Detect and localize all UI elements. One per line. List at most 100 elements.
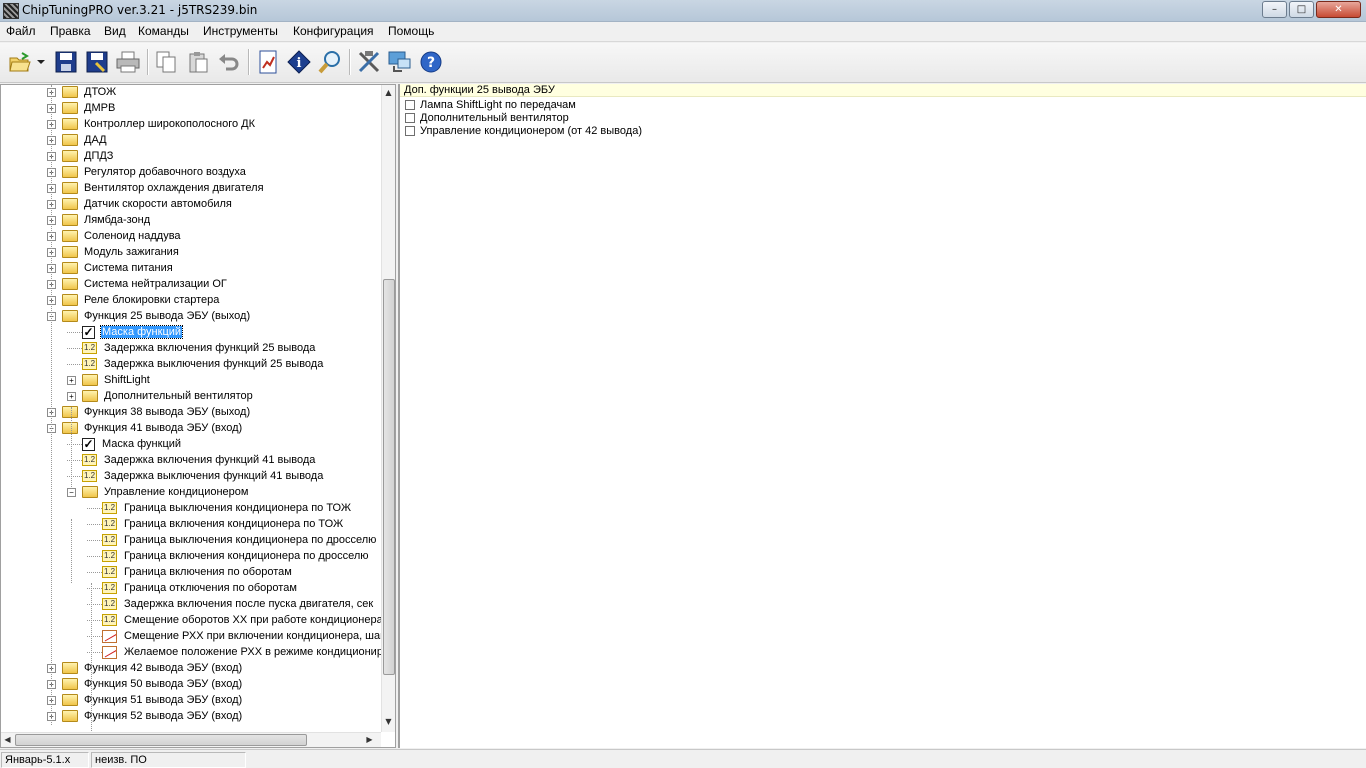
menu-file[interactable]: Файл — [6, 24, 36, 38]
menu-help[interactable]: Помощь — [388, 24, 434, 38]
tree-item[interactable]: + Регулятор добавочного воздуха — [47, 164, 247, 180]
tree-item[interactable]: 1.2 Граница включения кондиционера по ТОЖ — [87, 516, 344, 532]
menu-commands[interactable]: Команды — [138, 24, 189, 38]
info-icon[interactable]: i — [285, 48, 313, 76]
tree-item[interactable]: + Лямбда-зонд — [47, 212, 151, 228]
tree-item[interactable]: + ShiftLight — [67, 372, 151, 388]
tree-item[interactable]: − Функция 41 вывода ЭБУ (вход) — [47, 420, 243, 436]
tree-item[interactable]: + ДМРВ — [47, 100, 116, 116]
compare-icon[interactable] — [254, 48, 282, 76]
tree-item[interactable]: + Функция 51 вывода ЭБУ (вход) — [47, 692, 243, 708]
tree-item[interactable]: + Система питания — [47, 260, 174, 276]
menu-tools[interactable]: Инструменты — [203, 24, 278, 38]
option-checkbox[interactable] — [405, 125, 415, 136]
vertical-scroll-thumb[interactable] — [383, 279, 395, 675]
tree-item[interactable]: 1.2 Граница включения кондиционера по дро… — [87, 548, 370, 564]
tree-item[interactable]: 1.2 Граница включения по оборотам — [87, 564, 293, 580]
tree-item[interactable]: 1.2 Граница отключения по оборотам — [87, 580, 298, 596]
expand-icon[interactable]: + — [67, 375, 76, 385]
tree-item[interactable]: + Функция 38 вывода ЭБУ (выход) — [47, 404, 251, 420]
copy-icon[interactable] — [152, 48, 180, 76]
tree-connector — [87, 539, 102, 541]
help-icon[interactable]: ? — [417, 48, 445, 76]
tree-item-label: Маска функций — [99, 325, 184, 339]
tree-connector — [87, 555, 102, 557]
menu-edit[interactable]: Правка — [50, 24, 91, 38]
option-checkbox[interactable] — [405, 112, 415, 123]
maximize-button[interactable]: □ — [1289, 1, 1314, 18]
menu-configuration[interactable]: Конфигурация — [293, 24, 374, 38]
tree-item[interactable]: Желаемое положение РХХ в режиме кондицио… — [87, 644, 395, 660]
tree-item[interactable]: − Функция 25 вывода ЭБУ (выход) — [47, 308, 251, 324]
scroll-right-arrow[interactable]: ▶ — [363, 735, 376, 744]
tree-item[interactable]: + Функция 42 вывода ЭБУ (вход) — [47, 660, 243, 676]
tree-item[interactable]: 1.2 Задержка выключения функций 41 вывода — [67, 468, 324, 484]
collapse-icon[interactable]: − — [67, 487, 76, 497]
tree-item[interactable]: 1.2 Граница выключения кондиционера по ТО… — [87, 500, 352, 516]
menu-bar: Файл Правка Вид Команды Инструменты Конф… — [0, 22, 1366, 42]
tree-item[interactable]: 1.2 Граница выключения кондиционера по др… — [87, 532, 377, 548]
tree-item[interactable]: + Соленоид наддува — [47, 228, 182, 244]
tree-item[interactable]: + ДПДЗ — [47, 148, 114, 164]
tree-item[interactable]: + Датчик скорости автомобиля — [47, 196, 233, 212]
open-folder-icon[interactable] — [6, 48, 34, 76]
tree-item[interactable]: + Вентилятор охлаждения двигателя — [47, 180, 265, 196]
svg-text:i: i — [297, 56, 302, 71]
tree-item[interactable]: + Система нейтрализации ОГ — [47, 276, 228, 292]
horizontal-scrollbar[interactable]: ◀ ▶ — [1, 732, 381, 747]
vertical-scrollbar[interactable]: ▲ ▼ — [381, 85, 395, 732]
tree-item-label: Модуль зажигания — [84, 246, 179, 258]
scroll-down-arrow[interactable]: ▼ — [382, 717, 395, 726]
tree-item[interactable]: + Контроллер широкополосного ДК — [47, 116, 256, 132]
tree-item[interactable]: 1.2 Задержка включения функций 25 вывода — [67, 340, 316, 356]
tree-item[interactable]: 1.2 Задержка включения функций 41 вывода — [67, 452, 316, 468]
tree-item[interactable]: 1.2 Смещение оборотов ХХ при работе конди… — [87, 612, 384, 628]
tree-item[interactable]: + Функция 52 вывода ЭБУ (вход) — [47, 708, 243, 724]
numeric-value-icon: 1.2 — [102, 518, 117, 530]
tree-connector — [87, 587, 102, 589]
save-icon[interactable] — [52, 48, 80, 76]
tree-connector — [87, 651, 102, 653]
tree-item-label: Граница отключения по оборотам — [124, 582, 297, 594]
tree-item-label: ДТОЖ — [84, 86, 117, 98]
tree-item[interactable]: − Управление кондиционером — [67, 484, 249, 500]
tree-item[interactable]: + ДАД — [47, 132, 108, 148]
title-bar: ChipTuningPRO ver.3.21 - j5TRS239.bin – … — [0, 0, 1366, 22]
tree-item[interactable]: + Модуль зажигания — [47, 244, 180, 260]
minimize-button[interactable]: – — [1262, 1, 1287, 18]
tree-item[interactable]: 1.2 Задержка выключения функций 25 вывода — [67, 356, 324, 372]
tree-item[interactable]: 1.2 Задержка включения после пуска двигат… — [87, 596, 374, 612]
print-icon[interactable] — [114, 48, 142, 76]
dropdown-arrow-icon[interactable] — [34, 48, 48, 76]
tree-item-label: Дополнительный вентилятор — [104, 390, 253, 402]
save-as-icon[interactable] — [83, 48, 111, 76]
scroll-left-arrow[interactable]: ◀ — [1, 735, 14, 744]
connect-icon[interactable] — [386, 48, 414, 76]
tree-item[interactable]: + Реле блокировки стартера — [47, 292, 220, 308]
expand-icon[interactable]: + — [67, 391, 76, 401]
scroll-up-arrow[interactable]: ▲ — [382, 88, 395, 97]
option-air-conditioning[interactable]: Управление кондиционером (от 42 вывода) — [405, 124, 642, 137]
tree-view[interactable]: + ДТОЖ + ДМРВ + Контроллер широкополосного ДК… — [0, 84, 396, 748]
tree-connector — [87, 523, 102, 525]
svg-text:?: ? — [427, 55, 435, 71]
tree-item-label: Задержка выключения функций 25 вывода — [104, 358, 324, 370]
search-icon[interactable] — [316, 48, 344, 76]
paste-icon[interactable] — [184, 48, 212, 76]
tree-item[interactable]: + ДТОЖ — [47, 85, 117, 100]
option-checkbox[interactable] — [405, 99, 415, 110]
tree-item[interactable]: + Функция 50 вывода ЭБУ (вход) — [47, 676, 243, 692]
tree-item[interactable]: Смещение РХХ при включении кондиционера,… — [87, 628, 385, 644]
close-button[interactable]: ✕ — [1316, 1, 1361, 18]
tools-icon[interactable] — [355, 48, 383, 76]
option-extra-fan[interactable]: Дополнительный вентилятор — [405, 111, 569, 124]
option-shiftlight[interactable]: Лампа ShiftLight по передачам — [405, 98, 576, 111]
folder-icon — [62, 246, 78, 258]
undo-icon[interactable] — [215, 48, 243, 76]
menu-view[interactable]: Вид — [104, 24, 126, 38]
tree-item[interactable]: + Дополнительный вентилятор — [67, 388, 254, 404]
horizontal-scroll-thumb[interactable] — [15, 734, 307, 746]
tree-item[interactable]: ✓ Маска функций — [67, 324, 184, 340]
tree-item[interactable]: ✓ Маска функций — [67, 436, 182, 452]
tree-connector — [67, 475, 82, 477]
